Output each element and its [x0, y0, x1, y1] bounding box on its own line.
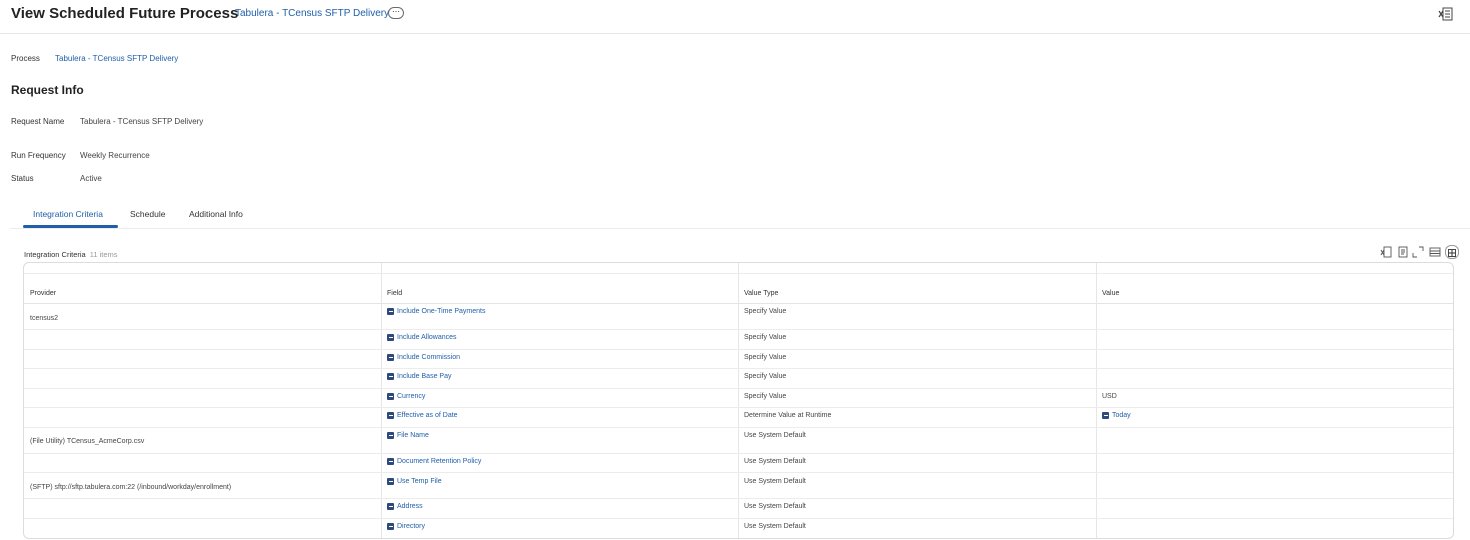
table-cell-value-type: Specify Value	[744, 308, 787, 315]
table-cell-field[interactable]: Include Base Pay	[387, 373, 451, 380]
column-header-value[interactable]: Value	[1102, 290, 1119, 297]
table-cell-provider: (SFTP) sftp://sftp.tabulera.com:22 (/inb…	[30, 484, 232, 491]
text-field-icon	[387, 432, 394, 439]
column-divider	[1096, 263, 1097, 538]
tabs-divider	[10, 228, 1470, 229]
field-link[interactable]: Address	[397, 503, 423, 510]
boolean-field-icon	[387, 373, 394, 380]
table-cell-field[interactable]: Currency	[387, 393, 425, 400]
field-link[interactable]: Include Base Pay	[397, 373, 451, 380]
value-link[interactable]: Today	[1112, 412, 1131, 419]
table-cell-field[interactable]: Document Retention Policy	[387, 458, 481, 465]
table-cell-field[interactable]: Effective as of Date	[387, 412, 458, 419]
column-header-provider[interactable]: Provider	[30, 290, 56, 297]
reference-field-icon	[387, 458, 394, 465]
field-link[interactable]: Use Temp File	[397, 478, 442, 485]
tab-integration-criteria[interactable]: Integration Criteria	[33, 209, 103, 219]
grid-view-icon[interactable]	[1445, 245, 1459, 259]
header-divider	[0, 33, 1470, 34]
table-cell-value-type: Use System Default	[744, 458, 806, 465]
export-to-excel-icon[interactable]	[1438, 6, 1454, 22]
row-divider	[24, 518, 1453, 519]
field-link[interactable]: Include One-Time Payments	[397, 308, 485, 315]
text-field-icon	[387, 523, 394, 530]
table-cell-value-type: Use System Default	[744, 523, 806, 530]
table-cell-value-type: Use System Default	[744, 432, 806, 439]
table-view-icon[interactable]	[1429, 245, 1441, 257]
request-name-value: Tabulera - TCensus SFTP Delivery	[80, 117, 204, 126]
table-cell-value-type: Specify Value	[744, 354, 787, 361]
table-cell-value-type: Use System Default	[744, 478, 806, 485]
column-header-field[interactable]: Field	[387, 290, 402, 297]
export-excel-icon[interactable]	[1380, 245, 1392, 258]
row-divider	[24, 349, 1453, 350]
table-cell-field[interactable]: File Name	[387, 432, 429, 439]
field-link[interactable]: Directory	[397, 523, 425, 530]
export-pdf-icon[interactable]	[1397, 245, 1409, 258]
status-label: Status	[11, 174, 34, 183]
date-value-icon	[1102, 412, 1109, 419]
process-link[interactable]: Tabulera - TCensus SFTP Delivery	[55, 54, 178, 63]
status-value: Active	[80, 174, 102, 183]
process-title-link[interactable]: Tabulera - TCensus SFTP Delivery	[235, 8, 389, 19]
field-link[interactable]: Currency	[397, 393, 425, 400]
checkbox-field-icon	[387, 393, 394, 400]
field-link[interactable]: Include Allowances	[397, 334, 457, 341]
row-divider	[24, 472, 1453, 473]
fullscreen-icon[interactable]	[1412, 245, 1424, 258]
table-cell-field[interactable]: Include Commission	[387, 354, 460, 361]
integration-criteria-table: Provider Field Value Type Value tcensus2…	[23, 262, 1454, 539]
page-title: View Scheduled Future Process	[11, 5, 239, 22]
request-name-label: Request Name	[11, 117, 65, 126]
grid-title: Integration Criteria 11 items	[24, 250, 118, 259]
table-cell-value-type: Specify Value	[744, 373, 787, 380]
related-actions-button[interactable]: ⋯	[388, 7, 404, 19]
run-frequency-value: Weekly Recurrence	[80, 151, 150, 160]
field-link[interactable]: Document Retention Policy	[397, 458, 481, 465]
row-divider	[24, 368, 1453, 369]
table-cell-value-type: Determine Value at Runtime	[744, 412, 832, 419]
row-divider	[24, 427, 1453, 428]
field-link[interactable]: Effective as of Date	[397, 412, 458, 419]
table-cell-field[interactable]: Include One-Time Payments	[387, 308, 485, 315]
column-divider	[738, 263, 739, 538]
table-cell-value-type: Specify Value	[744, 393, 787, 400]
table-cell-field[interactable]: Address	[387, 503, 423, 510]
row-divider	[24, 498, 1453, 499]
row-divider	[24, 388, 1453, 389]
table-cell-field[interactable]: Directory	[387, 523, 425, 530]
table-cell-value-type: Use System Default	[744, 503, 806, 510]
field-link[interactable]: Include Commission	[397, 354, 460, 361]
table-cell-value[interactable]: Today	[1102, 412, 1131, 419]
grid-title-text: Integration Criteria	[24, 250, 86, 259]
tab-additional-info[interactable]: Additional Info	[189, 209, 243, 219]
table-cell-provider: tcensus2	[30, 315, 59, 322]
boolean-field-icon	[387, 478, 394, 485]
process-label: Process	[11, 54, 40, 63]
boolean-field-icon	[387, 354, 394, 361]
table-cell-value[interactable]: USD	[1102, 393, 1117, 400]
boolean-field-icon	[387, 334, 394, 341]
table-cell-value-type: Specify Value	[744, 334, 787, 341]
grid-item-count: 11 items	[89, 250, 118, 259]
date-field-icon	[387, 412, 394, 419]
request-info-heading: Request Info	[11, 83, 84, 97]
run-frequency-label: Run Frequency	[11, 151, 66, 160]
tab-schedule[interactable]: Schedule	[130, 209, 165, 219]
column-header-value-type[interactable]: Value Type	[744, 290, 778, 297]
row-divider	[24, 453, 1453, 454]
boolean-field-icon	[387, 308, 394, 315]
column-divider	[381, 263, 382, 538]
text-field-icon	[387, 503, 394, 510]
table-cell-field[interactable]: Use Temp File	[387, 478, 442, 485]
row-divider	[24, 329, 1453, 330]
row-divider	[24, 407, 1453, 408]
table-cell-field[interactable]: Include Allowances	[387, 334, 457, 341]
table-cell-provider: (File Utility) TCensus_AcmeCorp.csv	[30, 438, 145, 445]
field-link[interactable]: File Name	[397, 432, 429, 439]
